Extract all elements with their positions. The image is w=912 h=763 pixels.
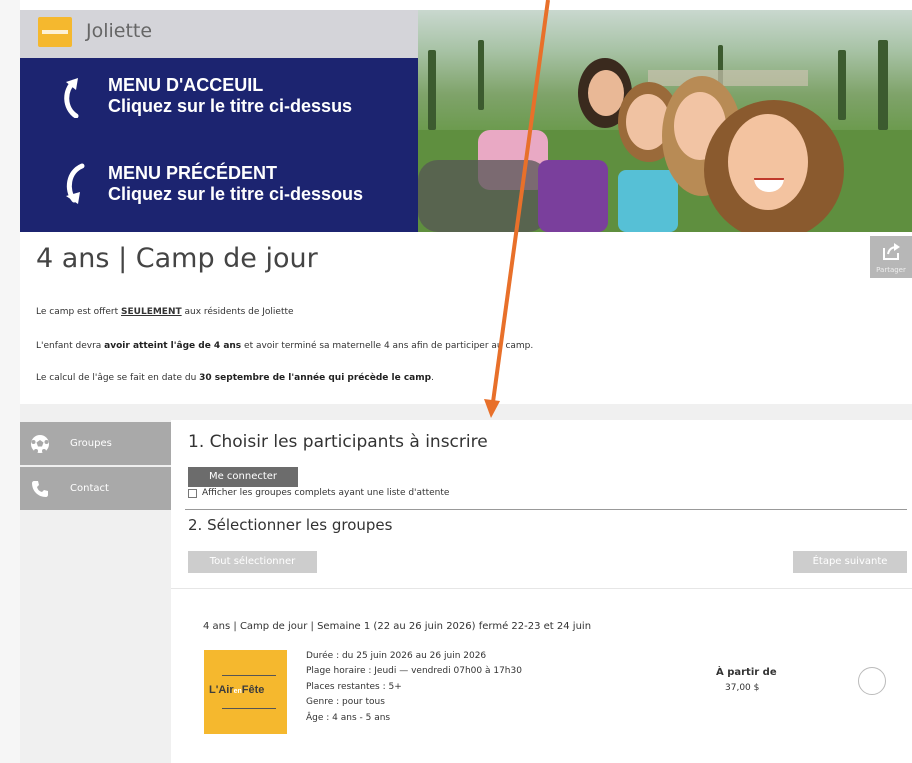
group-age: Âge : 4 ans - 5 ans bbox=[306, 713, 391, 723]
page-title: 4 ans | Camp de jour bbox=[36, 243, 318, 274]
group-title: 4 ans | Camp de jour | Semaine 1 (22 au … bbox=[203, 621, 592, 632]
group-duration: Durée : du 25 juin 2026 au 26 juin 2026 bbox=[306, 651, 487, 661]
price-from-label: À partir de bbox=[716, 667, 777, 678]
description-residents: Le camp est offert SEULEMENT aux résiden… bbox=[36, 307, 294, 317]
login-button[interactable]: Me connecter bbox=[188, 467, 298, 487]
banner-photo bbox=[418, 10, 912, 232]
step2-heading: 2. Sélectionner les groupes bbox=[188, 516, 393, 534]
next-step-button[interactable]: Étape suivante bbox=[793, 551, 907, 573]
group-select-radio[interactable] bbox=[858, 667, 886, 695]
menu-previous-hint: Cliquez sur le titre ci-dessous bbox=[108, 184, 364, 204]
share-icon bbox=[883, 243, 900, 260]
divider bbox=[171, 588, 912, 589]
share-button[interactable]: Partager bbox=[870, 236, 912, 278]
menu-previous-title: MENU PRÉCÉDENT bbox=[108, 163, 278, 183]
group-places: Places restantes : 5+ bbox=[306, 682, 402, 692]
banner-menu: MENU D'ACCEUIL Cliquez sur le titre ci-d… bbox=[20, 58, 418, 232]
divider bbox=[185, 509, 907, 510]
share-label: Partager bbox=[876, 266, 906, 274]
show-full-groups-option[interactable]: Afficher les groupes complets ayant une … bbox=[188, 488, 449, 498]
organizer-logo: L'AirenFête bbox=[204, 650, 287, 734]
step1-heading: 1. Choisir les participants à inscrire bbox=[188, 432, 488, 452]
menu-previous-link[interactable]: MENU PRÉCÉDENT Cliquez sur le titre ci-d… bbox=[56, 162, 363, 206]
show-full-groups-checkbox[interactable] bbox=[188, 488, 197, 498]
group-gender: Genre : pour tous bbox=[306, 697, 385, 707]
city-logo-icon[interactable] bbox=[38, 17, 72, 47]
description-age-calculation: Le calcul de l'âge se fait en date du 30… bbox=[36, 373, 434, 383]
group-schedule: Plage horaire : Jeudi — vendredi 07h00 à… bbox=[306, 666, 522, 676]
site-name[interactable]: Joliette bbox=[86, 20, 152, 42]
sidebar-item-label: Groupes bbox=[70, 438, 112, 449]
select-all-button[interactable]: Tout sélectionner bbox=[188, 551, 317, 573]
sidebar-item-groupes[interactable]: Groupes bbox=[20, 422, 171, 465]
sidebar-item-label: Contact bbox=[70, 483, 109, 494]
sidebar: Groupes Contact bbox=[20, 420, 171, 763]
page: Joliette MENU D'ACCEUIL Cliquez sur le t… bbox=[0, 0, 912, 763]
curved-arrow-down-icon bbox=[66, 163, 85, 204]
phone-icon bbox=[32, 480, 48, 497]
menu-home-link[interactable]: MENU D'ACCEUIL Cliquez sur le titre ci-d… bbox=[56, 74, 352, 118]
description-age-requirement: L'enfant devra avoir atteint l'âge de 4 … bbox=[36, 341, 534, 351]
menu-home-title: MENU D'ACCEUIL bbox=[108, 75, 264, 95]
section-divider bbox=[20, 404, 912, 420]
menu-home-hint: Cliquez sur le titre ci-dessus bbox=[108, 96, 353, 116]
sidebar-item-contact[interactable]: Contact bbox=[20, 467, 171, 510]
show-full-groups-label: Afficher les groupes complets ayant une … bbox=[202, 488, 450, 498]
soccer-ball-icon bbox=[31, 434, 49, 453]
group-price: 37,00 $ bbox=[725, 683, 760, 693]
left-gutter bbox=[0, 0, 20, 763]
curved-arrow-up-icon bbox=[64, 78, 79, 118]
